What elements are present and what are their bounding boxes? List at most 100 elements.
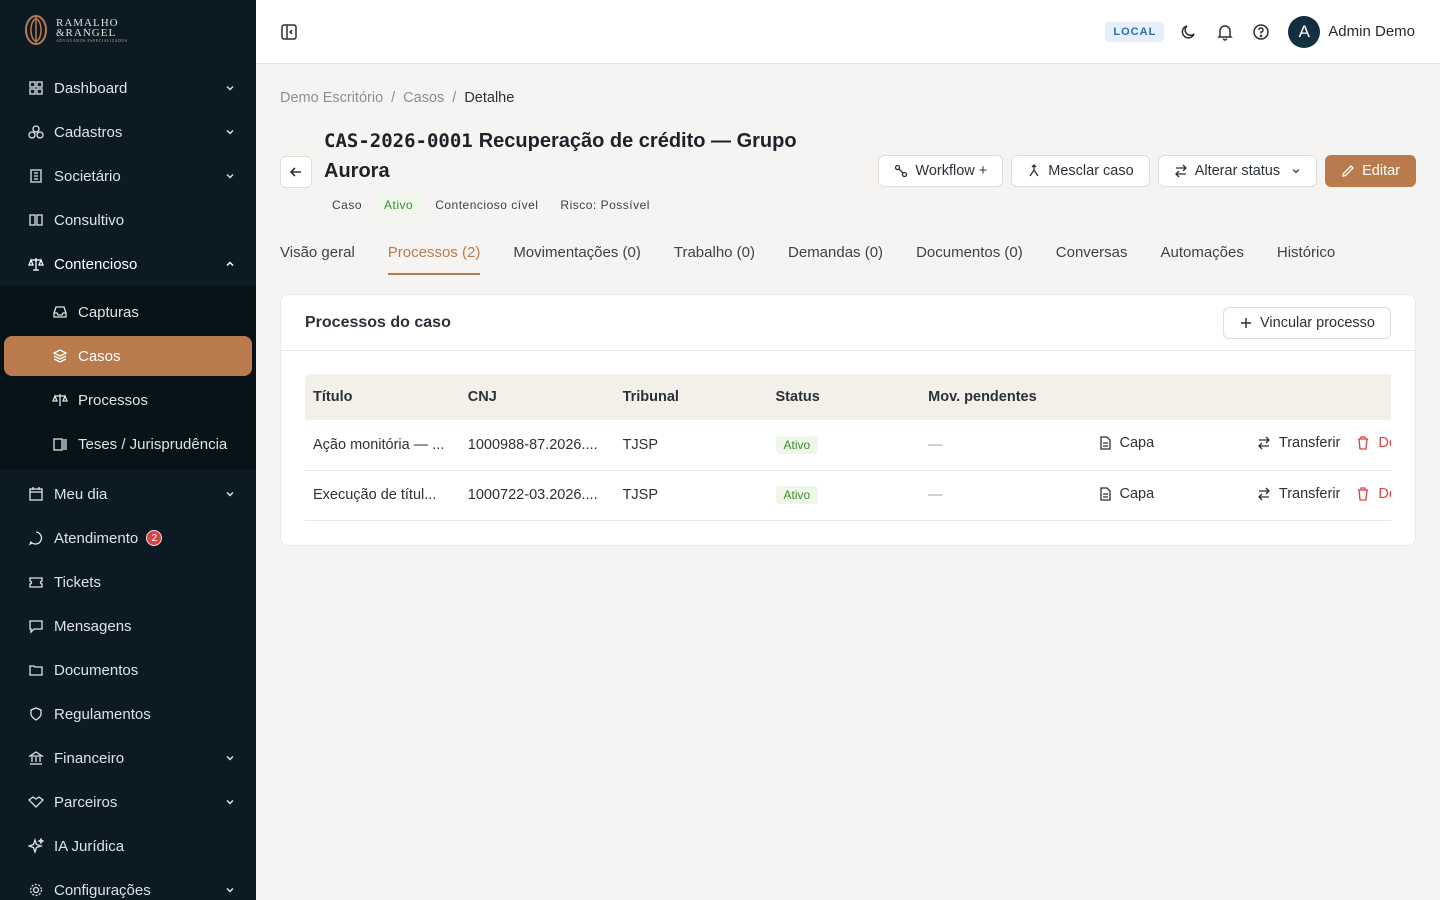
chevron-down-icon [1292,169,1300,174]
bell-icon[interactable] [1216,23,1234,41]
sidebar-toggle-icon[interactable] [280,23,298,41]
link-process-label: Vincular processo [1260,314,1375,331]
brand-tagline: ADVOGADOS ESPECIALIZADOS [56,37,128,43]
sidebar-item-configuracoes[interactable]: Configurações [0,868,256,900]
cell-capa: Capa [1073,420,1227,471]
sidebar-item-atendimento[interactable]: Atendimento 2 [0,516,256,560]
help-icon[interactable] [1252,23,1270,41]
column-header[interactable]: Mov. pendentes [920,374,1074,420]
swap-icon [1257,436,1270,450]
column-header[interactable]: CNJ [459,374,615,420]
sidebar-item-documentos[interactable]: Documentos [0,648,256,692]
link-process-button[interactable]: Vincular processo [1223,306,1391,339]
sidebar-item-meu-dia[interactable]: Meu dia [0,472,256,516]
sidebar-item-parceiros[interactable]: Parceiros [0,780,256,824]
cell-titulo[interactable]: Execução de títul... [305,470,460,521]
cell-cnj: 1000722-03.2026.... [459,470,615,521]
capa-label: Capa [1119,435,1155,452]
change-status-dropdown[interactable]: Alterar status [1157,155,1318,187]
sidebar-item-processos[interactable]: Processos [0,378,256,422]
sidebar-nav: Dashboard Cadastros Societário Consultiv… [0,66,256,286]
main-content: Demo Escritório / Casos / Detalhe CAS-20… [256,64,1440,900]
tab-automacoes[interactable]: Automações [1160,244,1243,275]
brand-name: RAMALHO &RANGEL ADVOGADOS ESPECIALIZADOS [56,17,128,43]
tab-conversas[interactable]: Conversas [1056,244,1128,275]
sidebar-item-societario[interactable]: Societário [0,154,256,198]
sidebar-subnav-contencioso: Capturas Casos Processos Teses / Jurispr… [0,286,256,470]
tab-demandas[interactable]: Demandas (0) [788,244,883,275]
topbar: LOCAL A Admin Demo [256,0,1440,64]
tab-documentos[interactable]: Documentos (0) [916,244,1023,275]
pencil-icon [1342,165,1355,177]
swap-icon [1257,487,1270,500]
table-row[interactable]: Ação monitória — ... 1000988-87.2026....… [305,420,1391,471]
capa-button[interactable]: Capa [1098,485,1155,502]
cell-titulo[interactable]: Ação monitória — ... [305,420,460,471]
avatar[interactable]: A [1288,15,1321,48]
breadcrumb-link-escritorio[interactable]: Demo Escritório [280,90,383,106]
message-icon [29,620,43,634]
sidebar-item-cadastros[interactable]: Cadastros [0,110,256,154]
tab-processos[interactable]: Processos (2) [387,244,481,275]
delete-button[interactable]: De [1356,486,1391,502]
sidebar-item-ia-juridica[interactable]: IA Jurídica [0,824,256,868]
cell-actions: Transferir De [1226,420,1391,471]
case-actions: Workflow + Mesclar caso Alterar status E… [878,155,1416,187]
sidebar-item-dashboard[interactable]: Dashboard [0,66,256,110]
edit-button[interactable]: Editar [1325,155,1416,187]
sidebar-item-label: Meu dia [54,485,108,503]
document-icon [1099,436,1111,450]
tab-movimentacoes[interactable]: Movimentações (0) [513,244,641,275]
transfer-button[interactable]: Transferir [1257,486,1340,502]
brand-logo[interactable]: RAMALHO &RANGEL ADVOGADOS ESPECIALIZADOS [0,0,256,60]
moon-icon[interactable] [1180,23,1198,41]
breadcrumb-link-casos[interactable]: Casos [403,90,444,106]
capa-button[interactable]: Capa [1098,435,1155,452]
case-code: CAS-2026-0001 [324,130,473,152]
tab-historico[interactable]: Histórico [1277,244,1335,275]
panel-title: Processos do caso [305,313,451,331]
cell-tribunal: TJSP [614,420,768,471]
status-badge: Ativo [376,196,422,214]
sidebar-item-capturas[interactable]: Capturas [0,290,256,334]
sidebar-item-regulamentos[interactable]: Regulamentos [0,692,256,736]
trash-icon [1358,436,1369,450]
inbox-icon [53,306,67,318]
user-name[interactable]: Admin Demo [1328,23,1415,40]
sidebar-item-tickets[interactable]: Tickets [0,560,256,604]
sidebar-item-financeiro[interactable]: Financeiro [0,736,256,780]
capa-label: Capa [1119,485,1155,502]
sidebar-item-casos[interactable]: Casos [4,336,252,376]
sidebar-item-label: Financeiro [54,749,125,767]
delete-button[interactable]: De [1356,435,1391,451]
logo-mark-icon [25,15,47,45]
sparkles-icon [28,838,44,854]
merge-label: Mesclar caso [1048,163,1134,179]
sidebar-item-label: Consultivo [54,211,125,229]
page-title: CAS-2026-0001 Recuperação de crédito — Gr… [324,126,844,186]
chevron-down-icon [226,755,234,761]
column-header[interactable]: Status [767,374,921,420]
arrow-left-icon [289,167,301,177]
breadcrumb-separator: / [452,90,457,106]
table-row[interactable]: Execução de títul... 1000722-03.2026....… [305,470,1391,521]
column-header[interactable]: Título [305,374,460,420]
workflow-button[interactable]: Workflow + [878,155,1004,187]
tab-visao-geral[interactable]: Visão geral [280,244,355,275]
sidebar-item-label: Tickets [54,573,101,591]
grid-icon [29,81,43,95]
gear-icon [29,883,43,897]
merge-case-button[interactable]: Mesclar caso [1011,155,1150,187]
transfer-label: Transferir [1278,435,1341,452]
breadcrumb-current: Detalhe [464,90,515,106]
back-button[interactable] [280,156,312,188]
column-header[interactable]: Tribunal [614,374,768,420]
sidebar-item-consultivo[interactable]: Consultivo [0,198,256,242]
chevron-down-icon [226,491,234,497]
sidebar-item-teses[interactable]: Teses / Jurisprudência [0,422,256,466]
transfer-button[interactable]: Transferir [1257,435,1341,452]
sidebar-item-contencioso[interactable]: Contencioso [0,242,256,286]
sidebar-item-mensagens[interactable]: Mensagens [0,604,256,648]
sidebar-nav-rest: Meu dia Atendimento 2 Tickets Mensagens … [0,472,256,900]
tab-trabalho[interactable]: Trabalho (0) [674,244,755,275]
